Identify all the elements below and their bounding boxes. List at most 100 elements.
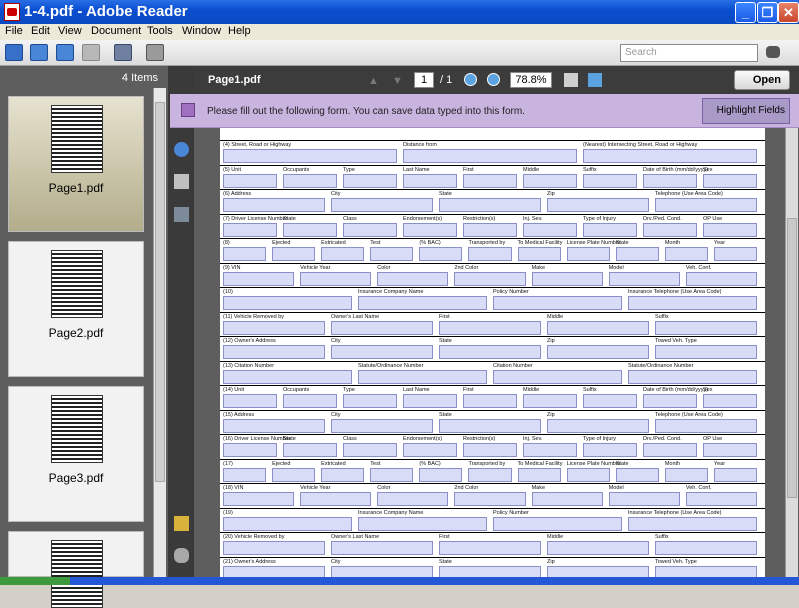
- form-field[interactable]: [493, 516, 622, 531]
- form-field[interactable]: [531, 492, 603, 506]
- form-field[interactable]: [358, 296, 487, 310]
- thumbnail-scrollbar[interactable]: [153, 88, 166, 577]
- form-field[interactable]: [223, 320, 325, 335]
- form-field[interactable]: [713, 247, 757, 261]
- form-field[interactable]: [223, 149, 397, 163]
- form-field[interactable]: [566, 247, 610, 261]
- form-field[interactable]: [463, 394, 517, 408]
- form-field[interactable]: [583, 149, 757, 163]
- thumbnail-page1[interactable]: Page1.pdf: [8, 96, 144, 232]
- form-field[interactable]: [321, 467, 365, 482]
- form-field[interactable]: [493, 296, 622, 310]
- form-field[interactable]: [331, 541, 433, 555]
- scroll-thumb[interactable]: [155, 102, 165, 482]
- form-field[interactable]: [272, 467, 316, 482]
- form-field[interactable]: [403, 394, 457, 408]
- comments-icon[interactable]: [174, 516, 189, 531]
- fit-width-icon[interactable]: [564, 73, 578, 87]
- menu-file[interactable]: File: [5, 25, 23, 37]
- menu-window[interactable]: Window: [182, 25, 221, 37]
- form-field[interactable]: [643, 394, 697, 408]
- form-field[interactable]: [223, 394, 277, 408]
- form-field[interactable]: [566, 467, 610, 482]
- form-field[interactable]: [493, 369, 622, 384]
- form-field[interactable]: [468, 467, 512, 482]
- menu-view[interactable]: View: [58, 25, 82, 37]
- form-field[interactable]: [223, 565, 325, 577]
- form-field[interactable]: [615, 467, 659, 482]
- scroll-thumb[interactable]: [787, 218, 797, 498]
- form-field[interactable]: [685, 271, 757, 286]
- start-button[interactable]: [0, 577, 70, 585]
- form-field[interactable]: [403, 173, 457, 188]
- form-field[interactable]: [608, 271, 680, 286]
- form-field[interactable]: [343, 173, 397, 188]
- form-field[interactable]: [583, 443, 637, 457]
- form-field[interactable]: [583, 222, 637, 237]
- form-field[interactable]: [358, 516, 487, 531]
- pages-icon[interactable]: [174, 174, 189, 189]
- zoom-level[interactable]: 78.8%: [510, 72, 552, 88]
- form-field[interactable]: [223, 271, 295, 286]
- form-field[interactable]: [517, 467, 561, 482]
- info-icon[interactable]: [174, 142, 189, 157]
- form-field[interactable]: [655, 565, 757, 577]
- form-field[interactable]: [283, 173, 337, 188]
- home-icon[interactable]: [5, 44, 23, 61]
- form-field[interactable]: [547, 198, 649, 212]
- form-field[interactable]: [343, 394, 397, 408]
- form-field[interactable]: [370, 467, 414, 482]
- form-field[interactable]: [655, 198, 757, 212]
- form-field[interactable]: [223, 173, 277, 188]
- form-field[interactable]: [223, 418, 325, 433]
- signature-icon[interactable]: [174, 207, 189, 222]
- form-field[interactable]: [439, 541, 541, 555]
- previous-page-icon[interactable]: ▲: [368, 75, 379, 87]
- menu-document[interactable]: Document: [91, 25, 141, 37]
- zoom-out-icon[interactable]: [464, 73, 477, 86]
- form-field[interactable]: [283, 394, 337, 408]
- form-field[interactable]: [615, 247, 659, 261]
- form-field[interactable]: [523, 443, 577, 457]
- form-field[interactable]: [331, 345, 433, 359]
- form-field[interactable]: [403, 149, 577, 163]
- form-field[interactable]: [454, 271, 526, 286]
- form-field[interactable]: [703, 222, 757, 237]
- form-field[interactable]: [628, 296, 757, 310]
- form-field[interactable]: [523, 394, 577, 408]
- form-field[interactable]: [419, 247, 463, 261]
- save-icon[interactable]: [114, 44, 132, 61]
- form-field[interactable]: [463, 443, 517, 457]
- form-field[interactable]: [223, 443, 277, 457]
- form-field[interactable]: [664, 467, 708, 482]
- form-field[interactable]: [703, 443, 757, 457]
- form-field[interactable]: [643, 173, 697, 188]
- form-field[interactable]: [628, 369, 757, 384]
- attachments-icon[interactable]: [174, 548, 189, 563]
- form-field[interactable]: [223, 467, 267, 482]
- form-field[interactable]: [643, 222, 697, 237]
- form-field[interactable]: [370, 247, 414, 261]
- form-field[interactable]: [517, 247, 561, 261]
- form-field[interactable]: [643, 443, 697, 457]
- form-field[interactable]: [547, 541, 649, 555]
- maximize-button[interactable]: ❐: [757, 2, 778, 23]
- full-screen-icon[interactable]: [82, 44, 100, 61]
- form-field[interactable]: [655, 541, 757, 555]
- print-icon[interactable]: [146, 44, 164, 61]
- form-field[interactable]: [331, 320, 433, 335]
- open-button[interactable]: Open: [734, 70, 790, 90]
- form-field[interactable]: [419, 467, 463, 482]
- form-field[interactable]: [523, 173, 577, 188]
- form-field[interactable]: [439, 418, 541, 433]
- form-field[interactable]: [439, 345, 541, 359]
- form-field[interactable]: [655, 320, 757, 335]
- form-field[interactable]: [321, 247, 365, 261]
- form-field[interactable]: [283, 443, 337, 457]
- menu-tools[interactable]: Tools: [147, 25, 173, 37]
- form-field[interactable]: [468, 247, 512, 261]
- form-field[interactable]: [223, 296, 352, 310]
- form-field[interactable]: [272, 247, 316, 261]
- form-field[interactable]: [439, 320, 541, 335]
- form-field[interactable]: [655, 418, 757, 433]
